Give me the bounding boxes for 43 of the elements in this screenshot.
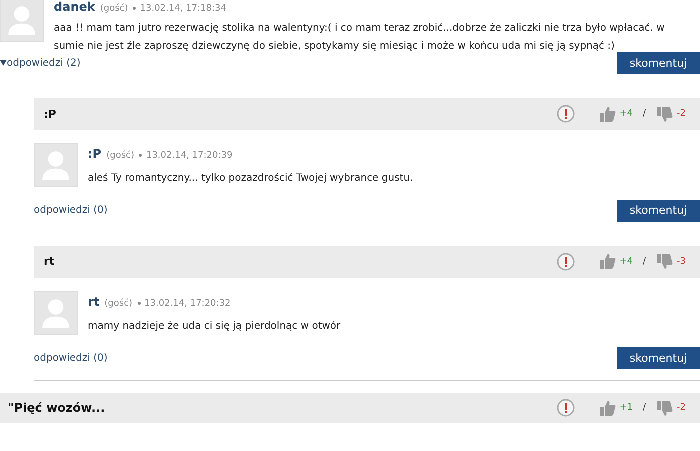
report-icon[interactable] — [556, 399, 575, 417]
vote-separator: / — [642, 109, 646, 119]
thumbs-down-icon[interactable] — [656, 400, 674, 416]
avatar-icon — [34, 143, 78, 187]
caret-icon — [0, 60, 7, 66]
comment-button[interactable]: skomentuj — [617, 52, 700, 74]
comment-text: aaa !! mam tam jutro rezerwację stolika na walentyny:( i co mam teraz zrobić...dobrze że zaliczki nie trza było wpłacać. w sumie nie jest źle zaproszę dziewczynę do siebie, spotykamy się miesiąc i może w końcu uda mi się ją sypnąć :) — [54, 22, 666, 54]
author-name[interactable]: danek — [54, 0, 96, 14]
comment-button[interactable]: skomentuj — [617, 200, 700, 222]
upvote-count: +1 — [620, 403, 633, 413]
reply-text: mamy nadzieje że uda ci się ją pierdolnąc w otwór — [88, 320, 342, 334]
thumbs-down-icon[interactable] — [656, 106, 674, 122]
downvote-count: -3 — [677, 256, 686, 266]
author-name[interactable]: :P — [88, 147, 102, 161]
replies-link[interactable]: odpowiedzi (0) — [34, 205, 108, 216]
guest-label: (gość) — [100, 4, 128, 14]
author-name[interactable]: rt — [88, 294, 100, 308]
vote-separator: / — [642, 256, 646, 266]
reply-title: rt — [44, 255, 56, 268]
comment-title: "Pięć wozów... — [8, 401, 106, 415]
reply-title: :P — [44, 108, 58, 120]
thumbs-up-icon[interactable] — [598, 400, 616, 416]
upvote-count: +4 — [620, 109, 633, 119]
comment-button[interactable]: skomentuj — [617, 347, 700, 369]
replies-link[interactable]: odpowiedzi (2) — [0, 58, 81, 68]
reply-text: aleś Ty romantyczny... tylko pozazdrościć Twojej wybrance gustu. — [88, 172, 414, 186]
comment-date: 13.02.14, 17:20:32 — [138, 298, 231, 308]
thumbs-down-icon[interactable] — [656, 253, 674, 270]
avatar-icon — [34, 290, 78, 334]
comment-date: 13.02.14, 17:18:34 — [133, 4, 226, 14]
downvote-count: -2 — [677, 109, 686, 119]
report-icon[interactable] — [556, 105, 575, 123]
avatar-icon — [0, 0, 44, 42]
vote-separator: / — [642, 403, 646, 413]
comment-date: 13.02.14, 17:20:39 — [139, 151, 233, 161]
downvote-count: -2 — [677, 403, 686, 413]
upvote-count: +4 — [620, 256, 633, 266]
thumbs-up-icon[interactable] — [598, 106, 616, 122]
replies-link[interactable]: odpowiedzi (0) — [34, 352, 108, 364]
guest-label: (gość) — [104, 298, 133, 308]
report-icon[interactable] — [556, 252, 575, 270]
thumbs-up-icon[interactable] — [598, 253, 616, 270]
guest-label: (gość) — [106, 151, 134, 161]
